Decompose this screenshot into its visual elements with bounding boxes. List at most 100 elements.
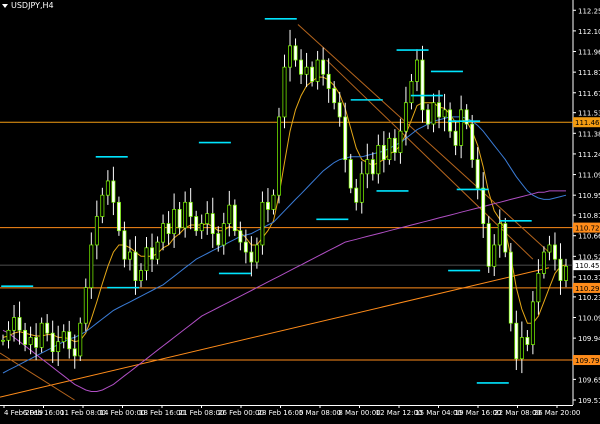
candle-body (1, 339, 5, 342)
candle-body (321, 59, 326, 75)
candle-body (188, 201, 193, 217)
candle-body (227, 204, 232, 224)
candle-body (359, 173, 364, 203)
candle-body (337, 102, 342, 118)
candle-body (72, 348, 77, 357)
y-tick-label: 110.520 (578, 253, 600, 261)
candle-body (144, 247, 149, 271)
candle-body (45, 322, 50, 334)
candle-body (265, 201, 270, 210)
candle-body (514, 322, 519, 360)
candle-body (28, 337, 33, 345)
candle-body (271, 194, 276, 210)
candle-body (199, 223, 204, 232)
candle-body (150, 247, 154, 260)
candle-body (50, 332, 55, 352)
candle-body (304, 66, 309, 75)
candle-body (486, 223, 491, 267)
candle-body (6, 329, 11, 341)
level-price-tag-text: 109.791 (575, 357, 600, 365)
candle-body (420, 59, 425, 111)
candle-body (100, 194, 105, 217)
candle-body (459, 109, 464, 146)
candle-body (365, 159, 370, 175)
candle-body (431, 102, 436, 125)
y-tick-label: 110.950 (578, 192, 600, 200)
y-tick-label: 111.670 (578, 90, 600, 98)
candle-body (497, 223, 502, 246)
y-tick-label: 110.235 (578, 294, 600, 302)
candle-body (370, 159, 375, 175)
candle-body (194, 216, 199, 232)
candle-body (166, 223, 171, 234)
y-tick-label: 111.960 (578, 49, 600, 57)
y-tick-label: 110.665 (578, 233, 600, 241)
candle-body (415, 59, 419, 82)
y-tick-label: 111.095 (578, 172, 600, 180)
candle-body (426, 109, 430, 125)
level-price-tag-text: 111.463 (575, 119, 600, 127)
candle-body (492, 244, 497, 267)
candle-body (161, 223, 166, 243)
y-tick-label: 109.510 (578, 397, 600, 405)
candle-body (403, 102, 408, 132)
candle-body (508, 251, 513, 324)
current-price-tag-text: 110.458 (575, 262, 600, 270)
candle-body (381, 145, 386, 160)
candle-body (525, 337, 530, 345)
candle-body (249, 251, 254, 263)
candle-body (221, 223, 226, 246)
candle-body (61, 331, 66, 343)
candle-body (78, 322, 83, 357)
candle-body (254, 244, 259, 263)
candle-body (398, 130, 403, 153)
candle-body (238, 230, 243, 243)
y-tick-label: 112.105 (578, 28, 600, 36)
y-tick-label: 111.240 (578, 151, 600, 159)
candle-body (564, 265, 568, 281)
candle-body (293, 45, 298, 61)
candle-body (282, 66, 287, 118)
level-price-tag-text: 110.722 (575, 225, 600, 233)
candle-body (530, 301, 535, 345)
candle-body (299, 59, 304, 75)
candle-body (475, 159, 480, 189)
price-chart[interactable]: 112.250 112.105 111.960 111.815 111.670 111.5… (0, 0, 600, 420)
candle-body (139, 270, 143, 281)
candle-body (210, 213, 215, 234)
dropdown-arrow-icon[interactable] (2, 3, 8, 8)
candle-body (326, 73, 331, 89)
candle-body (12, 317, 16, 331)
candle-body (315, 59, 320, 82)
candle-body (437, 102, 441, 118)
x-tick-label: 5 Mar 08:00 (299, 409, 341, 417)
candle-body (116, 201, 121, 232)
x-tick-label: 26 Mar 20:00 (534, 409, 581, 417)
candle-body (243, 241, 248, 253)
candle-body (122, 230, 127, 260)
candle-body (348, 159, 353, 189)
y-tick-label: 111.815 (578, 69, 600, 77)
candle-body (376, 145, 381, 175)
candle-body (111, 180, 116, 203)
candle-body (343, 116, 348, 160)
candle-body (183, 201, 188, 229)
y-tick-label: 110.375 (578, 274, 600, 282)
chart-symbol-label[interactable]: USDJPY,H4 (2, 1, 54, 10)
chart-window[interactable]: 112.250 112.105 111.960 111.815 111.670 111.5… (0, 0, 600, 420)
candle-body (481, 187, 486, 224)
candle-body (558, 258, 563, 281)
candle-body (503, 223, 508, 253)
y-tick-label: 109.655 (578, 376, 600, 384)
candle-body (105, 180, 110, 196)
x-tick-label: 28 Feb 16:00 (258, 409, 304, 417)
candle-body (89, 244, 94, 288)
candle-body (547, 244, 552, 253)
candle-body (277, 116, 281, 196)
candle-body (470, 123, 475, 160)
candle-body (260, 201, 265, 246)
candle-body (354, 187, 359, 203)
y-tick-label: 111.530 (578, 110, 600, 118)
y-tick-label: 110.810 (578, 212, 600, 220)
candle-body (216, 233, 221, 246)
